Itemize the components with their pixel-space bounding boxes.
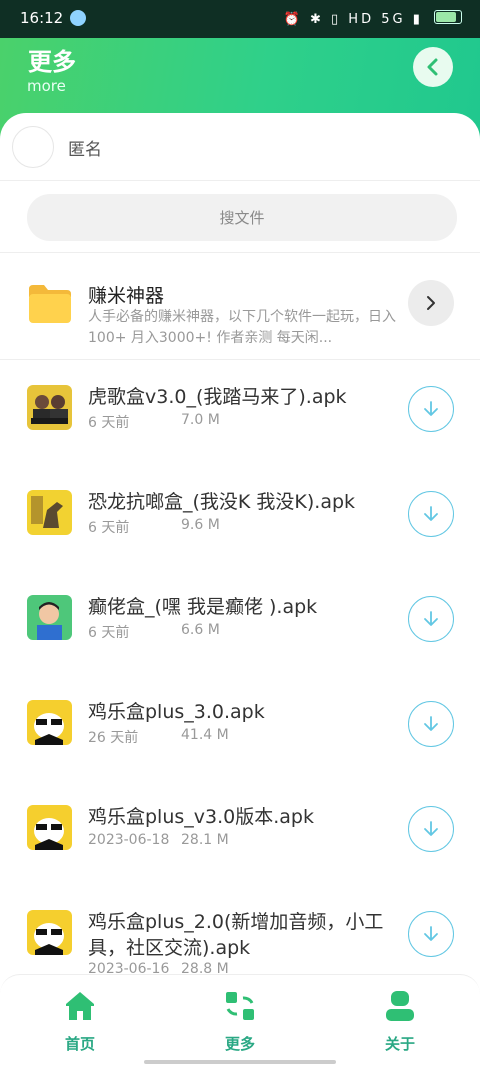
file-size: 28.1 M bbox=[181, 832, 229, 848]
status-indicators: ⏰ ✱ ▯ HD 5G ▮ bbox=[283, 12, 423, 27]
file-time: 2023-06-18 bbox=[88, 832, 170, 848]
download-button[interactable] bbox=[408, 491, 454, 537]
battery-level bbox=[436, 12, 456, 22]
nav-item-about[interactable]: 关于 bbox=[350, 989, 450, 1054]
nav-item-home[interactable]: 首页 bbox=[30, 989, 130, 1054]
file-size: 6.6 M bbox=[181, 622, 220, 638]
search-row bbox=[0, 181, 480, 253]
list-item[interactable]: 鸡乐盒plus_3.0.apk 26 天前 41.4 M bbox=[0, 675, 480, 780]
file-meta: 2023-06-18 28.1 M bbox=[88, 832, 229, 848]
thumbnail-image bbox=[27, 385, 72, 430]
bottom-nav: 首页 更多 关于 bbox=[0, 974, 480, 1068]
thumbnail-image bbox=[27, 700, 72, 745]
nav-label: 首页 bbox=[64, 1035, 95, 1053]
page-title: 更多 bbox=[28, 48, 76, 76]
list-item[interactable]: 恐龙抗啷盒_(我没K 我没K).apk 6 天前 9.6 M bbox=[0, 465, 480, 570]
page-subtitle: more bbox=[27, 77, 66, 95]
list-item[interactable]: 虎歌盒v3.0_(我踏马来了).apk 6 天前 7.0 M bbox=[0, 360, 480, 465]
file-time: 6 天前 bbox=[88, 520, 130, 536]
download-button[interactable] bbox=[408, 386, 454, 432]
file-name: 癫佬盒_(嘿 我是癫佬 ).apk bbox=[88, 596, 318, 618]
folder-open-button[interactable] bbox=[408, 280, 454, 326]
battery-icon bbox=[434, 10, 462, 24]
download-icon bbox=[424, 506, 438, 521]
thumbnail-image bbox=[27, 490, 72, 535]
more-icon bbox=[226, 992, 254, 1020]
list-item[interactable]: 癫佬盒_(嘿 我是癫佬 ).apk 6 天前 6.6 M bbox=[0, 570, 480, 675]
thumbnail-image bbox=[27, 910, 72, 955]
file-time: 6 天前 bbox=[88, 415, 130, 431]
folder-icon bbox=[29, 285, 71, 323]
download-icon bbox=[424, 716, 438, 731]
app-thumbnail bbox=[27, 490, 72, 535]
folder-description: 人手必备的赚米神器，以下几个软件一起玩，日入100+ 月入3000+! 作者亲测… bbox=[88, 309, 396, 346]
search-input[interactable] bbox=[27, 194, 457, 241]
file-meta: 6 天前 6.6 M bbox=[88, 622, 220, 642]
download-button[interactable] bbox=[408, 701, 454, 747]
download-icon bbox=[424, 926, 438, 941]
download-icon bbox=[424, 821, 438, 836]
home-icon bbox=[66, 992, 94, 1020]
file-name: 虎歌盒v3.0_(我踏马来了).apk bbox=[88, 386, 347, 408]
download-button[interactable] bbox=[408, 911, 454, 957]
thumbnail-image bbox=[27, 805, 72, 850]
download-button[interactable] bbox=[408, 596, 454, 642]
file-name: 鸡乐盒plus_3.0.apk bbox=[88, 701, 265, 723]
user-icon bbox=[386, 991, 414, 1021]
content-card: 匿名 赚米神器 人手必备的赚米神器，以下几个软件一起玩，日入100+ 月入300… bbox=[0, 113, 480, 1067]
app-notification-icon bbox=[70, 10, 86, 26]
chevron-left-icon bbox=[427, 58, 438, 76]
download-icon bbox=[424, 611, 438, 626]
file-meta: 6 天前 9.6 M bbox=[88, 517, 220, 537]
app-thumbnail bbox=[27, 385, 72, 430]
status-bar: 16:12 ⏰ ✱ ▯ HD 5G ▮ bbox=[0, 0, 480, 38]
file-size: 7.0 M bbox=[181, 412, 220, 428]
file-name: 鸡乐盒plus_v3.0版本.apk bbox=[88, 806, 314, 828]
file-size: 9.6 M bbox=[181, 517, 220, 533]
folder-item[interactable]: 赚米神器 人手必备的赚米神器，以下几个软件一起玩，日入100+ 月入3000+!… bbox=[0, 253, 480, 360]
file-meta: 6 天前 7.0 M bbox=[88, 412, 220, 432]
file-meta: 26 天前 41.4 M bbox=[88, 727, 229, 747]
download-button[interactable] bbox=[408, 806, 454, 852]
folder-name: 赚米神器 bbox=[88, 285, 165, 307]
nav-item-more[interactable]: 更多 bbox=[190, 989, 290, 1054]
status-icons: ⏰ ✱ ▯ HD 5G ▮ bbox=[284, 9, 462, 27]
app-thumbnail bbox=[27, 595, 72, 640]
chevron-right-icon bbox=[427, 296, 435, 310]
home-indicator bbox=[144, 1060, 336, 1064]
download-icon bbox=[424, 401, 438, 416]
app-thumbnail bbox=[27, 910, 72, 955]
file-name: 恐龙抗啷盒_(我没K 我没K).apk bbox=[88, 491, 356, 513]
user-name: 匿名 bbox=[68, 140, 102, 160]
avatar[interactable] bbox=[12, 126, 54, 168]
list-item[interactable]: 鸡乐盒plus_v3.0版本.apk 2023-06-18 28.1 M bbox=[0, 780, 480, 885]
app-thumbnail bbox=[27, 700, 72, 745]
file-size: 41.4 M bbox=[181, 727, 229, 743]
user-row[interactable]: 匿名 bbox=[0, 113, 480, 181]
file-time: 6 天前 bbox=[88, 625, 130, 641]
file-time: 26 天前 bbox=[88, 730, 139, 746]
nav-label: 更多 bbox=[224, 1035, 255, 1053]
status-time: 16:12 bbox=[20, 9, 64, 27]
file-name: 鸡乐盒plus_2.0(新增加音频，小工具，社区交流).apk bbox=[88, 911, 384, 959]
thumbnail-image bbox=[27, 595, 72, 640]
back-button[interactable] bbox=[413, 47, 453, 87]
app-thumbnail bbox=[27, 805, 72, 850]
nav-label: 关于 bbox=[384, 1035, 415, 1053]
